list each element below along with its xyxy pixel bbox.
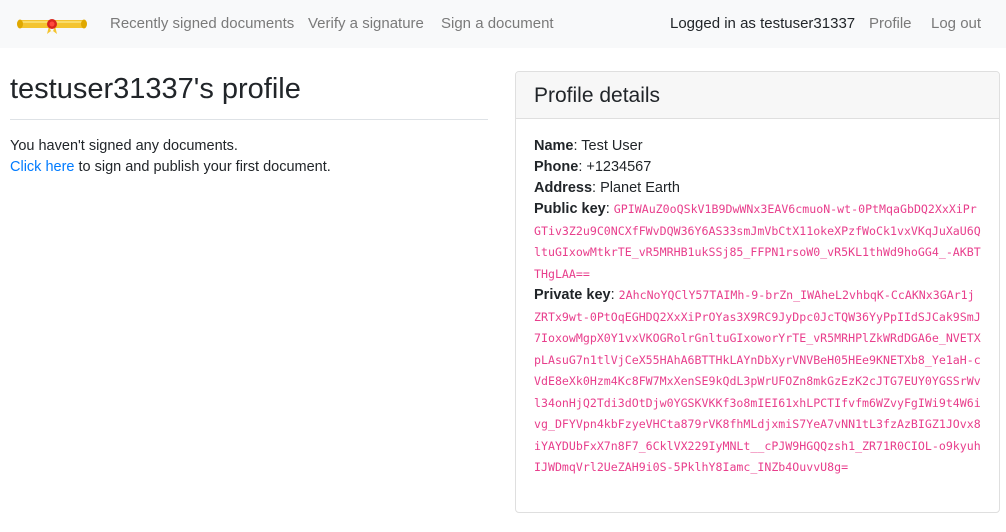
nav-recently-signed[interactable]: Recently signed documents [110, 15, 294, 33]
private-key-label: Private key [534, 287, 611, 303]
top-navbar: Recently signed documents Verify a signa… [0, 0, 1006, 48]
empty-documents-message: You haven't signed any documents. Click … [10, 136, 331, 178]
name-label: Name [534, 138, 574, 154]
phone-row: Phone: +1234567 [534, 159, 652, 175]
phone-value: +1234567 [586, 159, 652, 175]
card-title: Profile details [534, 84, 661, 107]
nav-verify-signature[interactable]: Verify a signature [308, 15, 424, 33]
name-value: Test User [581, 138, 643, 154]
address-label: Address [534, 180, 593, 196]
name-row: Name: Test User [534, 138, 643, 154]
nav-logout[interactable]: Log out [931, 15, 981, 33]
page-title: testuser31337's profile [10, 73, 301, 105]
card-header: Profile details [516, 72, 999, 119]
sign-first-document-link[interactable]: Click here [10, 159, 74, 175]
public-key-row: Public key: GPIWAuZ0oQSkV1B9DwWNx3EAV6cm… [534, 201, 981, 281]
address-row: Address: Planet Earth [534, 180, 680, 196]
empty-documents-text: You haven't signed any documents. [10, 138, 238, 154]
private-key-row: Private key: 2AhcNoYQClY57TAIMh-9-brZn_I… [534, 287, 981, 474]
first-document-suffix: to sign and publish your first document. [74, 159, 331, 175]
profile-details-card: Profile details Name: Test User Phone: +… [515, 71, 1000, 513]
nav-sign-document[interactable]: Sign a document [441, 15, 554, 33]
card-body: Name: Test User Phone: +1234567 Address:… [516, 119, 999, 479]
address-value: Planet Earth [600, 180, 680, 196]
diploma-scroll-icon[interactable] [16, 14, 88, 34]
logged-in-status: Logged in as testuser31337 [670, 15, 856, 32]
first-document-prompt: Click here to sign and publish your firs… [10, 157, 331, 178]
phone-label: Phone [534, 159, 579, 175]
title-divider [10, 119, 488, 120]
public-key-label: Public key [534, 201, 606, 217]
private-key-value: 2AhcNoYQClY57TAIMh-9-brZn_IWAheL2vhbqK-C… [534, 288, 981, 474]
nav-profile[interactable]: Profile [869, 15, 912, 33]
